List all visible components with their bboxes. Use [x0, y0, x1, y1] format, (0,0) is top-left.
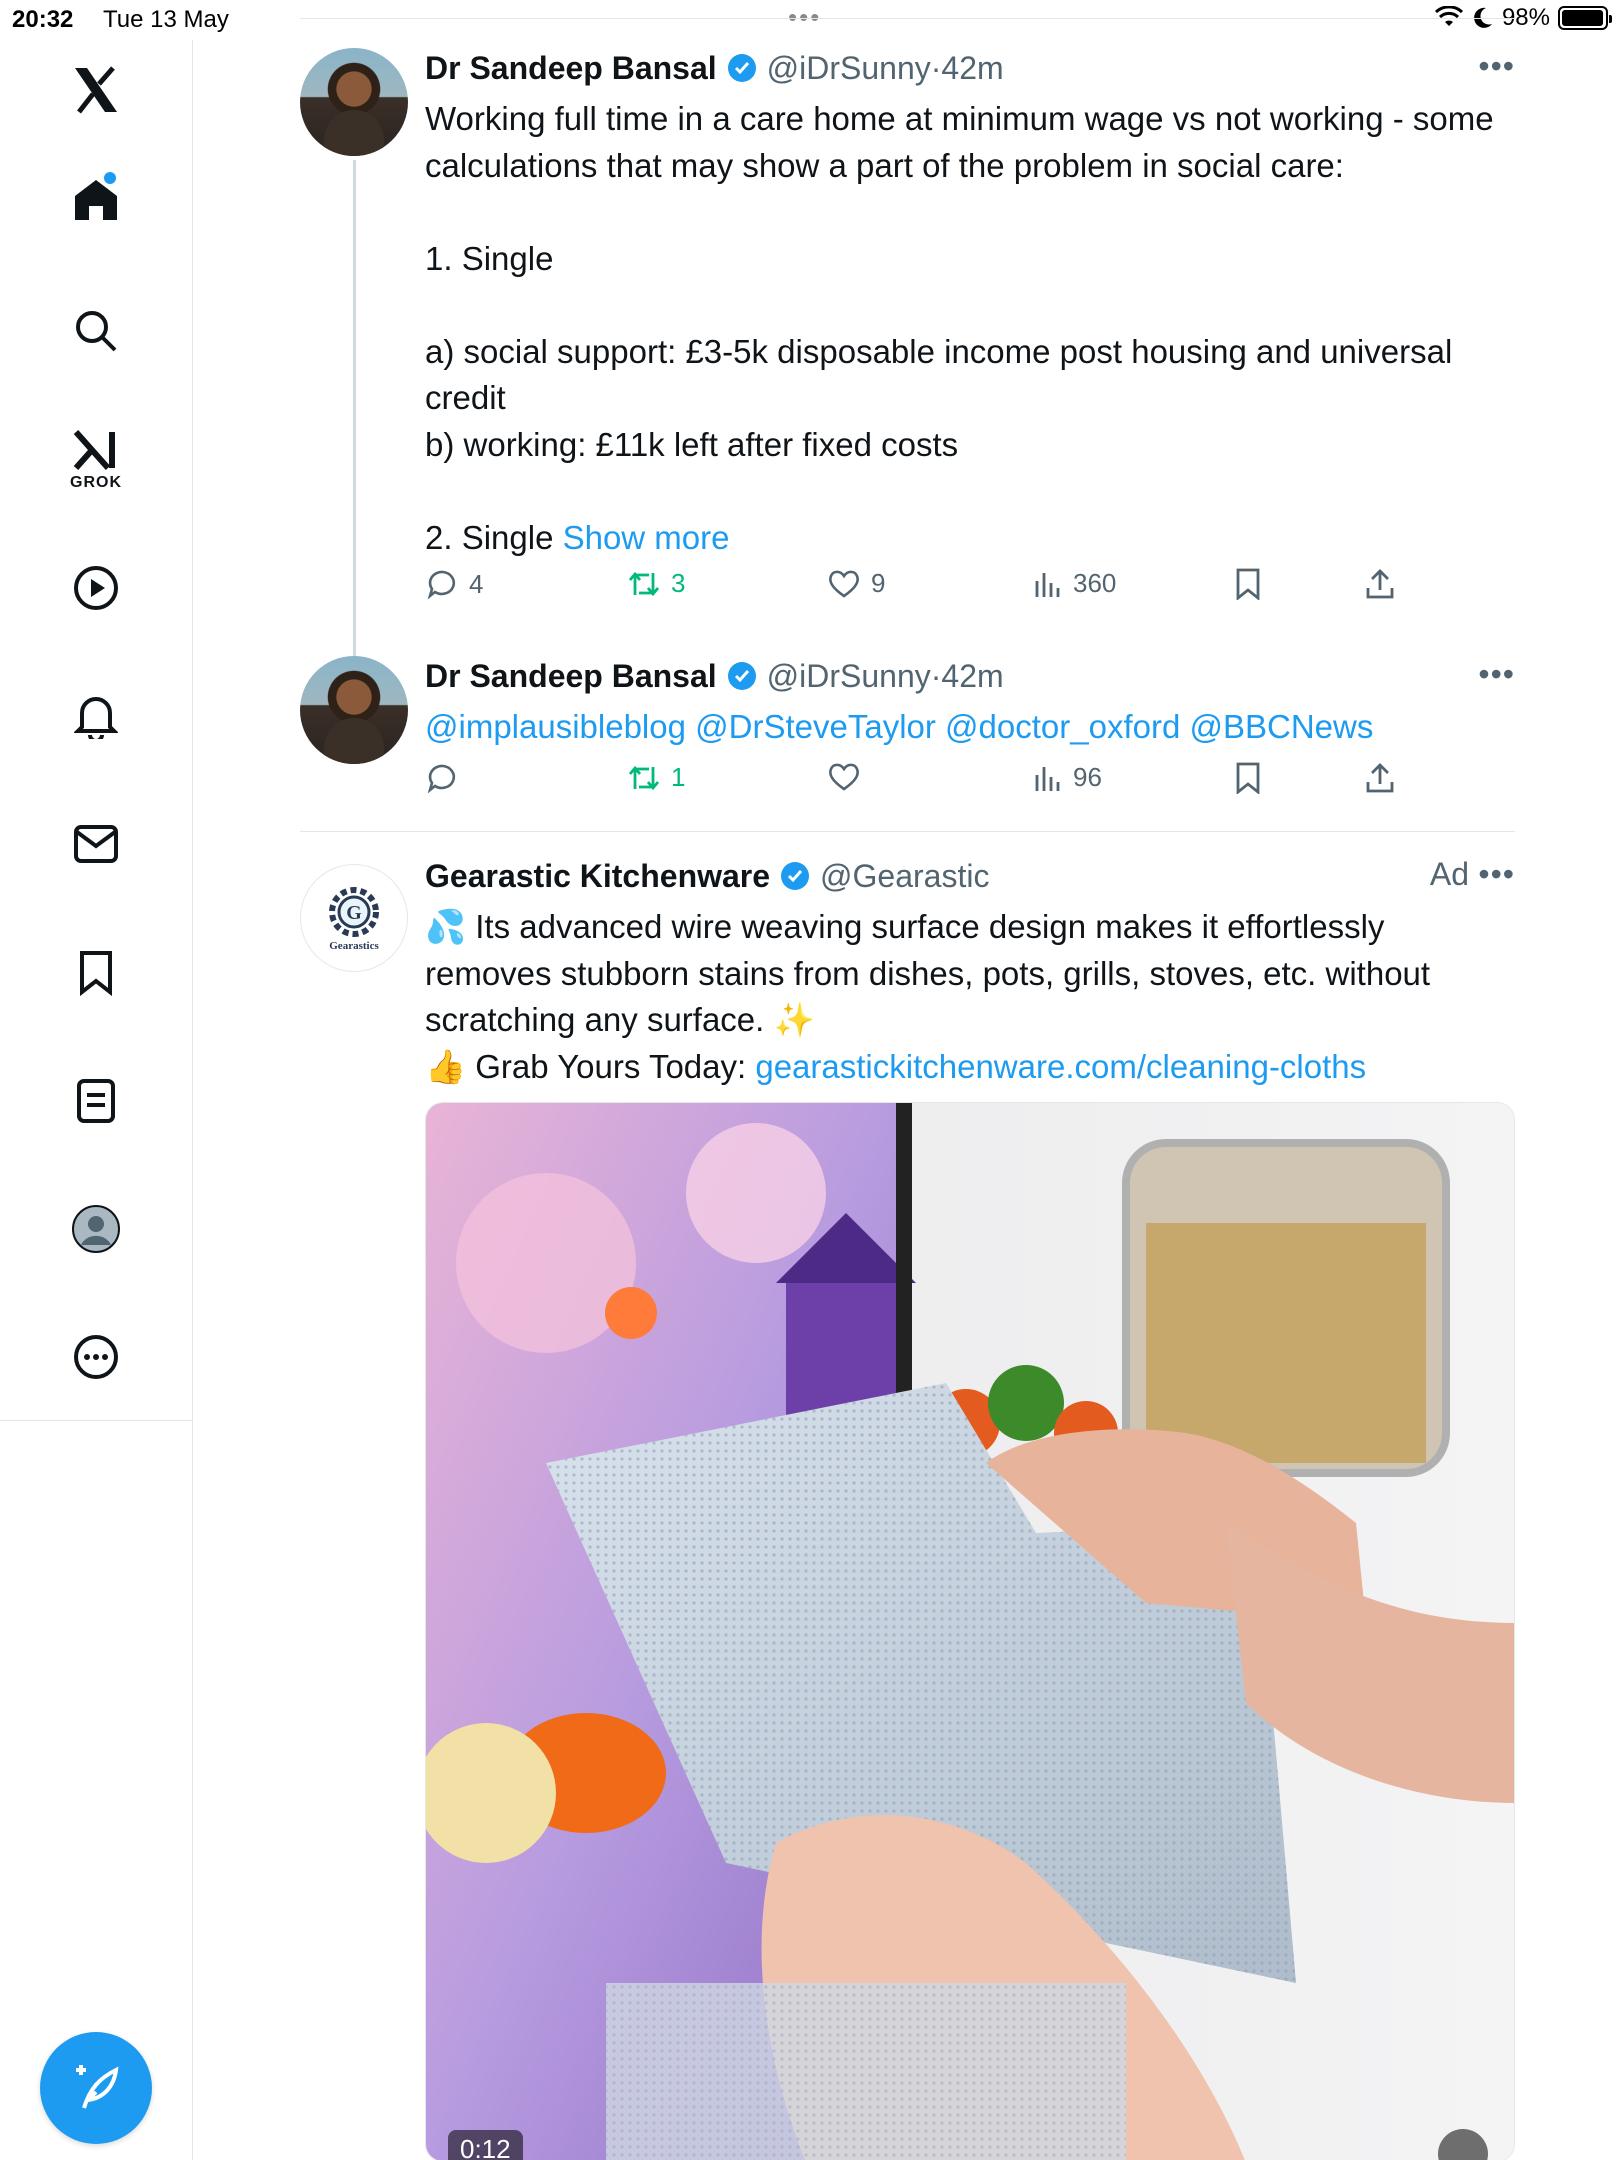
- author-name[interactable]: Gearastic Kitchenware: [425, 858, 770, 895]
- views-count: 96: [1073, 762, 1102, 792]
- reply-button[interactable]: 4: [427, 568, 483, 600]
- views-count: 360: [1073, 568, 1117, 598]
- like-button[interactable]: [827, 762, 871, 792]
- repost-count: 1: [671, 762, 686, 792]
- profile-icon[interactable]: [56, 1189, 136, 1269]
- search-icon[interactable]: [56, 291, 136, 371]
- views-button[interactable]: 360: [1033, 568, 1116, 599]
- status-date: Tue 13 May: [103, 6, 229, 33]
- more-options-icon[interactable]: •••: [1478, 856, 1515, 893]
- tweet-actions: 4 3 9 360: [425, 568, 1515, 608]
- repost-count: 3: [671, 568, 686, 598]
- repost-icon: [628, 765, 660, 790]
- views-icon: [1035, 766, 1060, 791]
- verified-badge-icon: [727, 53, 757, 83]
- thread-line: [353, 160, 356, 700]
- tweet-header: Dr Sandeep Bansal @iDrSunny · 42m •••: [425, 656, 1515, 696]
- tweet-body: Working full time in a care home at mini…: [425, 100, 1494, 556]
- tweet-divider: [300, 831, 1515, 832]
- x-logo-icon[interactable]: [56, 50, 136, 130]
- status-time: 20:32: [12, 6, 74, 33]
- brand-avatar[interactable]: G Gearastics: [300, 864, 408, 972]
- brand-avatar-text: Gearastics: [329, 940, 379, 952]
- share-button[interactable]: [1365, 568, 1395, 600]
- heart-icon: [829, 763, 859, 791]
- sidebar: GROK: [0, 40, 193, 2160]
- share-icon: [1366, 763, 1394, 793]
- status-bar: 20:32 Tue 13 May ••• 98%: [0, 0, 1620, 40]
- bookmark-icon: [1236, 568, 1260, 600]
- tweet-actions: 1 96: [425, 762, 1515, 802]
- ad-video[interactable]: 0:12: [425, 1102, 1515, 2160]
- tweet-mentions[interactable]: @implausibleblog @DrSteveTaylor @doctor_…: [425, 704, 1515, 751]
- grok-icon[interactable]: GROK: [56, 420, 136, 500]
- compose-button[interactable]: [40, 2032, 152, 2144]
- ad-link[interactable]: gearastickitchenware.com/cleaning-cloths: [755, 1048, 1366, 1085]
- ad-tweet[interactable]: G Gearastics Gearastic Kitchenware @Gear…: [300, 856, 1515, 2160]
- video-frame: [426, 1103, 1514, 2160]
- ad-line-2-prefix: 👍 Grab Yours Today:: [425, 1047, 756, 1085]
- ad-line-1: 💦 Its advanced wire weaving surface desi…: [425, 908, 1440, 1038]
- dot-separator: ·: [930, 657, 942, 694]
- svg-text:G: G: [346, 902, 362, 924]
- top-divider: [300, 18, 1515, 19]
- author-handle[interactable]: @iDrSunny: [767, 50, 931, 87]
- author-handle[interactable]: @Gearastic: [820, 858, 989, 895]
- bookmarks-icon[interactable]: [56, 933, 136, 1013]
- tweet-header: Dr Sandeep Bansal @iDrSunny · 42m •••: [425, 48, 1515, 88]
- messages-icon[interactable]: [56, 804, 136, 884]
- tweet-1[interactable]: Dr Sandeep Bansal @iDrSunny · 42m ••• Wo…: [300, 48, 1515, 700]
- bookmark-button[interactable]: [1235, 762, 1261, 794]
- dot-separator: ·: [930, 49, 942, 86]
- home-icon[interactable]: [56, 160, 136, 240]
- tweet-time[interactable]: 42m: [941, 50, 1003, 87]
- share-button[interactable]: [1365, 762, 1395, 794]
- bookmark-button[interactable]: [1235, 568, 1261, 600]
- ad-label: Ad: [1429, 856, 1469, 892]
- like-count: 9: [871, 568, 886, 598]
- lists-icon[interactable]: [56, 1061, 136, 1141]
- video-icon[interactable]: [56, 548, 136, 628]
- verified-badge-icon: [727, 661, 757, 691]
- bookmark-icon: [1236, 762, 1260, 794]
- repost-icon: [628, 571, 660, 596]
- tweet-time[interactable]: 42m: [941, 658, 1003, 695]
- reply-icon: [427, 570, 456, 600]
- heart-icon: [829, 570, 859, 598]
- sidebar-divider: [0, 1420, 193, 1421]
- grok-label: GROK: [70, 474, 122, 491]
- notification-dot: [104, 172, 116, 184]
- reply-button[interactable]: [427, 762, 469, 794]
- like-button[interactable]: 9: [827, 568, 885, 599]
- gear-logo-icon: G: [329, 887, 379, 937]
- views-button[interactable]: 96: [1033, 762, 1102, 793]
- more-options-icon[interactable]: •••: [1478, 656, 1515, 693]
- compose-feather-icon: [76, 2065, 119, 2109]
- avatar[interactable]: [300, 48, 408, 156]
- repost-button[interactable]: 3: [627, 568, 685, 599]
- share-icon: [1366, 569, 1394, 599]
- tweet-2[interactable]: Dr Sandeep Bansal @iDrSunny · 42m ••• @i…: [300, 656, 1515, 816]
- reply-icon: [427, 764, 456, 794]
- ad-text: 💦 Its advanced wire weaving surface desi…: [425, 904, 1515, 1090]
- author-name[interactable]: Dr Sandeep Bansal: [425, 50, 717, 87]
- video-duration: 0:12: [448, 2130, 523, 2160]
- battery-icon: [1558, 6, 1612, 30]
- views-icon: [1035, 572, 1060, 597]
- notifications-icon[interactable]: [56, 676, 136, 756]
- verified-badge-icon: [780, 861, 810, 891]
- tweet-text: Working full time in a care home at mini…: [425, 96, 1515, 561]
- show-more-link[interactable]: Show more: [563, 519, 730, 556]
- more-options-icon[interactable]: •••: [1478, 48, 1515, 85]
- author-handle[interactable]: @iDrSunny: [767, 658, 931, 695]
- more-icon[interactable]: [56, 1317, 136, 1397]
- reply-count: 4: [469, 568, 484, 599]
- repost-button[interactable]: 1: [627, 762, 685, 793]
- tweet-header: Gearastic Kitchenware @Gearastic Ad •••: [425, 856, 1515, 896]
- avatar[interactable]: [300, 656, 408, 764]
- author-name[interactable]: Dr Sandeep Bansal: [425, 658, 717, 695]
